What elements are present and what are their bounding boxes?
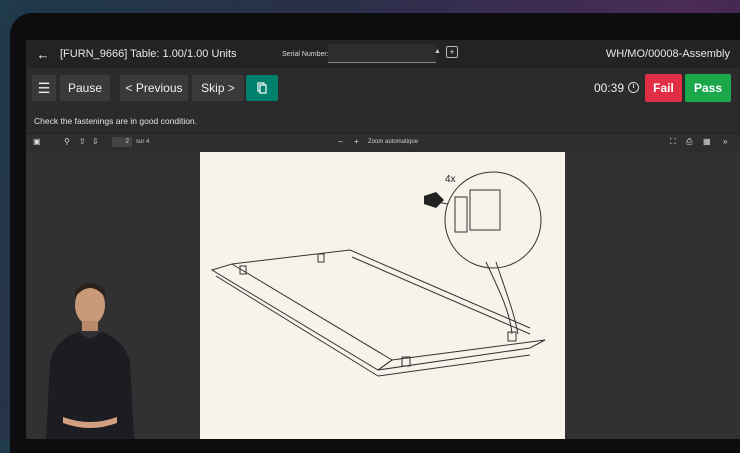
menu-button[interactable]: ☰ <box>32 75 56 101</box>
timer: 00:39 <box>594 81 625 95</box>
page-up-icon[interactable]: ⇧ <box>79 137 86 146</box>
zoom-in-icon[interactable]: + <box>354 137 359 146</box>
page-number-input[interactable]: 2 <box>112 137 132 147</box>
document-button[interactable] <box>246 75 278 101</box>
print-icon[interactable]: ⎙ <box>686 137 692 147</box>
document-icon <box>257 82 267 94</box>
pdf-toolbar: ▣ ⚲ ⇧ ⇩ 2 sur 4 − + Zoom automatique ⛶ ⎙… <box>26 134 740 152</box>
pause-button[interactable]: Pause <box>60 75 110 101</box>
fail-button[interactable]: Fail <box>645 74 682 102</box>
page-down-icon[interactable]: ⇩ <box>92 137 99 146</box>
quantity-label: 4x <box>445 174 456 185</box>
action-toolbar: ☰ Pause < Previous Skip > 00:39 Fail Pas… <box>26 68 740 108</box>
caret-icon[interactable]: ▲ <box>434 48 441 55</box>
workorder-title: [FURN_9666] Table: 1.00/1.00 Units <box>60 48 237 60</box>
add-serial-button[interactable]: + <box>446 46 458 58</box>
download-icon[interactable]: ▦ <box>703 137 711 146</box>
instruction-text: Check the fastenings are in good conditi… <box>26 108 740 134</box>
work-order-ref: WH/MO/00008-Assembly <box>605 48 730 60</box>
serial-number-input[interactable] <box>328 44 436 63</box>
page-count: sur 4 <box>136 139 150 145</box>
assembly-diagram: 4x <box>210 171 546 377</box>
arrow-icon <box>424 192 444 208</box>
skip-button[interactable]: Skip > <box>192 75 244 101</box>
presenter-overlay <box>46 283 134 439</box>
zoom-select[interactable]: Zoom automatique <box>368 139 418 145</box>
previous-button[interactable]: < Previous <box>120 75 188 101</box>
zoom-out-icon[interactable]: − <box>338 137 343 146</box>
fullscreen-icon[interactable]: ⛶ <box>670 137 676 147</box>
pass-button[interactable]: Pass <box>685 74 731 102</box>
more-tools-icon[interactable]: » <box>723 137 727 146</box>
back-arrow-icon[interactable]: ← <box>34 45 52 63</box>
search-icon[interactable]: ⚲ <box>64 137 70 146</box>
serial-number-label: Serial Number: <box>282 50 329 58</box>
pdf-page: 4x <box>200 152 565 439</box>
clock-icon <box>628 82 639 93</box>
sidebar-toggle-icon[interactable]: ▣ <box>33 137 41 146</box>
top-bar: ← [FURN_9666] Table: 1.00/1.00 Units Ser… <box>26 40 740 68</box>
